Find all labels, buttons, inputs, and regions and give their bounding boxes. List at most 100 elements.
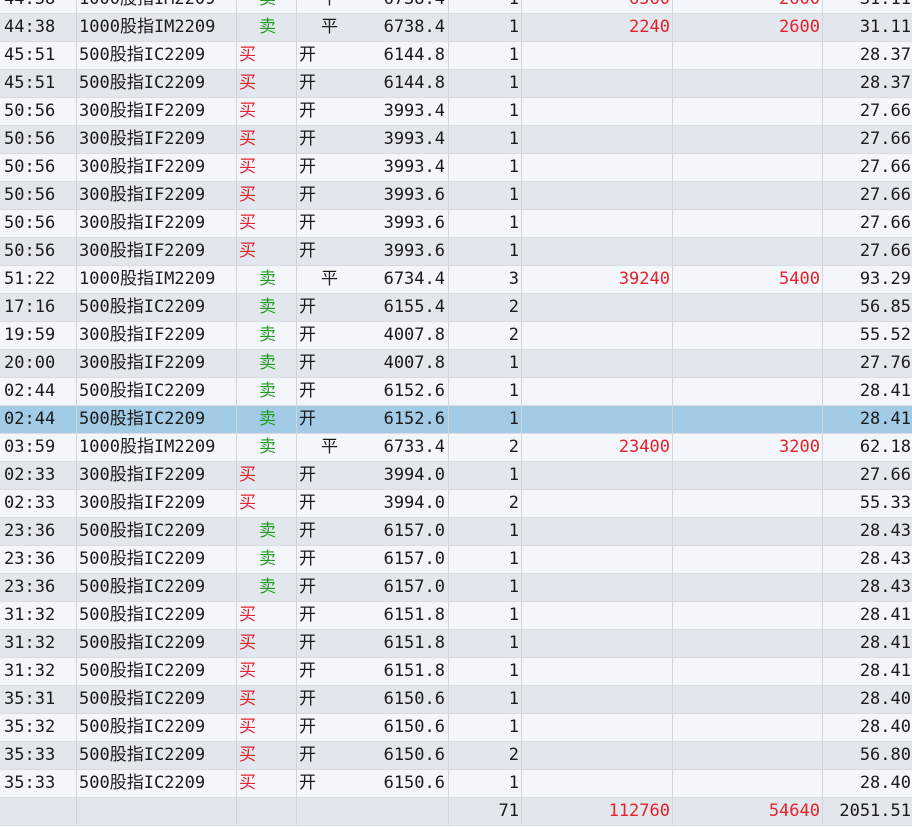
table-row[interactable]: 31:32 500股指IC2209 买 开 6151.8 1 28.41 (0, 658, 912, 686)
direction-text: 买 (239, 633, 256, 653)
table-row[interactable]: 19:59 300股指IF2209 卖 开 4007.8 2 55.52 (0, 322, 912, 350)
quantity-cell: 2 (449, 294, 522, 321)
time-cell: 45:51 (0, 70, 77, 97)
price-text: 6157.0 (383, 521, 445, 541)
close-profit-cell (522, 686, 673, 713)
contract-name-cell: 500股指IC2209 (77, 742, 237, 769)
direction-text: 卖 (259, 409, 276, 429)
price-text: 3993.4 (383, 129, 445, 149)
table-row[interactable]: 50:56 300股指IF2209 买 开 3993.4 1 27.66 (0, 154, 912, 182)
float-profit-cell (673, 770, 823, 797)
table-row[interactable]: 02:44 500股指IC2209 卖 开 6152.6 1 28.41 (0, 378, 912, 406)
table-row[interactable]: 50:56 300股指IF2209 买 开 3993.6 1 27.66 (0, 238, 912, 266)
direction-text: 买 (239, 745, 256, 765)
table-row[interactable]: 20:00 300股指IF2209 卖 开 4007.8 1 27.76 (0, 350, 912, 378)
table-row[interactable]: 03:59 1000股指IM2209 卖 平 6733.4 2 23400 3200 62.18 (0, 434, 912, 462)
fee-cell: 28.41 (859, 633, 911, 653)
open-close-text: 开 (299, 745, 316, 765)
float-profit-cell (673, 602, 823, 629)
price-text: 6733.4 (383, 437, 445, 457)
direction-text: 买 (239, 465, 256, 485)
table-row[interactable]: 31:32 500股指IC2209 买 开 6151.8 1 28.41 (0, 602, 912, 630)
open-close-text: 开 (299, 185, 316, 205)
contract-name-cell: 500股指IC2209 (77, 770, 237, 797)
time-cell: 50:56 (0, 98, 77, 125)
close-profit-cell (522, 770, 673, 797)
time-cell: 02:44 (0, 378, 77, 405)
quantity-cell: 2 (449, 490, 522, 517)
price-text: 6150.6 (383, 773, 445, 793)
open-close-cell: 平 6733.4 (297, 434, 449, 461)
close-profit-cell (522, 70, 673, 97)
table-row[interactable]: 44:381000股指IM2209 卖 平 6738.4 16560260031.11 (0, 0, 912, 14)
open-close-text: 开 (299, 297, 316, 317)
direction-text: 卖 (259, 521, 276, 541)
table-row[interactable]: 45:51 500股指IC2209 买 开 6144.8 1 28.37 (0, 70, 912, 98)
table-row[interactable]: 23:36 500股指IC2209 卖 开 6157.0 1 28.43 (0, 518, 912, 546)
time-cell: 50:56 (0, 182, 77, 209)
close-profit-cell (522, 126, 673, 153)
direction-text: 卖 (259, 437, 276, 457)
time-cell: 35:33 (0, 742, 77, 769)
direction-cell: 买 (237, 658, 297, 685)
fee-cell: 28.43 (859, 549, 911, 569)
price-text: 6144.8 (383, 45, 445, 65)
direction-cell: 买 (237, 630, 297, 657)
fee-cell: 28.40 (859, 689, 911, 709)
summary-empty-cell (297, 798, 449, 825)
summary-fee: 2051.51 (839, 801, 911, 821)
table-row[interactable]: 23:36 500股指IC2209 卖 开 6157.0 1 28.43 (0, 546, 912, 574)
direction-text: 买 (239, 689, 256, 709)
direction-text: 卖 (259, 381, 276, 401)
fee-cell: 28.40 (859, 717, 911, 737)
fee-cell: 56.80 (859, 745, 911, 765)
table-row[interactable]: 50:56 300股指IF2209 买 开 3993.6 1 27.66 (0, 210, 912, 238)
table-row[interactable]: 02:33 300股指IF2209 买 开 3994.0 1 27.66 (0, 462, 912, 490)
float-profit-cell (673, 238, 823, 265)
contract-name-cell: 500股指IC2209 (77, 574, 237, 601)
float-profit-cell: 2600 (673, 14, 823, 41)
table-row[interactable]: 35:31 500股指IC2209 买 开 6150.6 1 28.40 (0, 686, 912, 714)
table-row[interactable]: 35:32 500股指IC2209 买 开 6150.6 1 28.40 (0, 714, 912, 742)
table-row[interactable]: 51:22 1000股指IM2209 卖 平 6734.4 3 39240 5400 93.29 (0, 266, 912, 294)
time-cell: 45:51 (0, 42, 77, 69)
close-profit-cell (522, 238, 673, 265)
open-close-text: 开 (299, 465, 316, 485)
float-profit-cell (673, 154, 823, 181)
direction-cell: 卖 (237, 434, 297, 461)
price-text: 3993.4 (383, 157, 445, 177)
table-row[interactable]: 23:36 500股指IC2209 卖 开 6157.0 1 28.43 (0, 574, 912, 602)
table-row[interactable]: 50:56 300股指IF2209 买 开 3993.6 1 27.66 (0, 182, 912, 210)
close-profit-cell (522, 630, 673, 657)
close-profit-cell (522, 574, 673, 601)
table-row[interactable]: 50:56 300股指IF2209 买 开 3993.4 1 27.66 (0, 126, 912, 154)
open-close-cell: 开 3993.6 (297, 210, 449, 237)
price-text: 6738.4 (384, 0, 445, 13)
float-profit-cell (673, 126, 823, 153)
table-row[interactable]: 31:32 500股指IC2209 买 开 6151.8 1 28.41 (0, 630, 912, 658)
table-row[interactable]: 35:33 500股指IC2209 买 开 6150.6 1 28.40 (0, 770, 912, 798)
contract-name-cell: 500股指IC2209 (77, 406, 237, 433)
float-profit-cell (673, 322, 823, 349)
price-text: 4007.8 (383, 325, 445, 345)
open-close-cell: 开 6157.0 (297, 546, 449, 573)
table-row[interactable]: 50:56 300股指IF2209 买 开 3993.4 1 27.66 (0, 98, 912, 126)
quantity-cell: 1 (449, 70, 522, 97)
float-profit-cell (673, 70, 823, 97)
table-row[interactable]: 17:16 500股指IC2209 卖 开 6155.4 2 56.85 (0, 294, 912, 322)
time-cell: 35:32 (0, 714, 77, 741)
direction-text: 买 (239, 241, 256, 261)
time-cell: 50:56 (0, 126, 77, 153)
quantity-cell: 2 (449, 742, 522, 769)
table-row[interactable]: 44:38 1000股指IM2209 卖 平 6738.4 1 2240 2600 31.11 (0, 14, 912, 42)
table-row[interactable]: 45:51 500股指IC2209 买 开 6144.8 1 28.37 (0, 42, 912, 70)
summary-close-profit: 112760 (522, 798, 673, 825)
table-row[interactable]: 02:44 500股指IC2209 卖 开 6152.6 1 28.41 (0, 406, 912, 434)
direction-text: 买 (239, 493, 256, 513)
contract-name-cell: 500股指IC2209 (77, 42, 237, 69)
table-row[interactable]: 02:33 300股指IF2209 买 开 3994.0 2 55.33 (0, 490, 912, 518)
contract-name-cell: 300股指IF2209 (77, 210, 237, 237)
price-text: 6150.6 (383, 717, 445, 737)
table-row[interactable]: 35:33 500股指IC2209 买 开 6150.6 2 56.80 (0, 742, 912, 770)
direction-cell: 卖 (237, 574, 297, 601)
